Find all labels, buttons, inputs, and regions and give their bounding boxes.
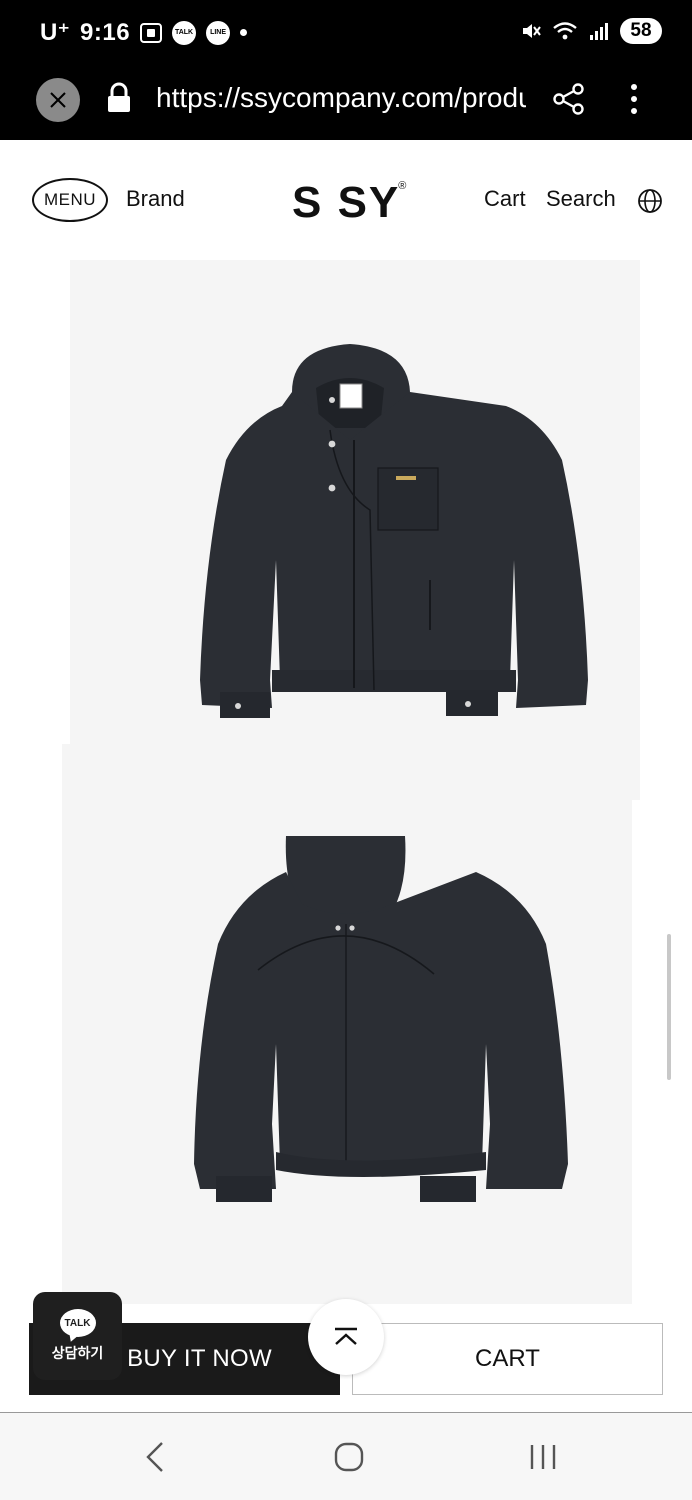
page-scrollbar[interactable] <box>667 934 671 1080</box>
signal-icon <box>590 23 608 40</box>
mute-icon <box>523 24 541 38</box>
line-notification-icon: LINE <box>206 20 231 45</box>
logo-registered-mark: ® <box>398 180 409 193</box>
site-logo[interactable]: S SY® <box>292 178 410 228</box>
jacket-front-illustration <box>200 344 588 718</box>
close-tab-button[interactable] <box>36 78 80 122</box>
talk-bubble-icon: TALK <box>59 1309 96 1337</box>
status-bar: U⁺ 9:16 TALK LINE 58 <box>0 0 692 66</box>
screenshot-icon <box>140 22 163 43</box>
status-left: U⁺ 9:16 TALK LINE <box>40 18 248 47</box>
status-right: 58 <box>520 18 662 44</box>
more-notifications-dot <box>240 29 248 36</box>
home-icon[interactable] <box>332 1439 366 1475</box>
product-image-front[interactable] <box>70 260 640 800</box>
url-field[interactable]: https://ssycompany.com/product <box>156 82 526 114</box>
more-options-icon[interactable] <box>626 82 642 116</box>
brand-link[interactable]: Brand <box>126 186 185 212</box>
share-icon[interactable] <box>552 82 586 116</box>
browser-toolbar: https://ssycompany.com/product <box>0 66 692 140</box>
clock: 9:16 <box>80 18 131 46</box>
lock-icon <box>108 82 130 112</box>
site-header: MENU Brand S SY® Cart Search <box>0 140 692 260</box>
battery-indicator: 58 <box>620 18 662 44</box>
kakao-chat-button[interactable]: TALK 상담하기 <box>33 1292 122 1380</box>
scroll-to-top-button[interactable] <box>308 1299 384 1375</box>
add-to-cart-button[interactable]: CART <box>352 1323 663 1395</box>
close-icon <box>50 92 66 108</box>
carrier-label: U⁺ <box>40 19 70 46</box>
search-link[interactable]: Search <box>546 186 616 212</box>
kakaotalk-notification-icon: TALK <box>172 20 197 45</box>
chat-consult-label: 상담하기 <box>51 1346 104 1362</box>
product-image-back[interactable] <box>62 744 632 1304</box>
back-icon[interactable] <box>140 1439 170 1475</box>
recent-apps-icon[interactable] <box>526 1439 560 1475</box>
wifi-icon <box>553 22 577 40</box>
jacket-back-illustration <box>194 836 568 1202</box>
cart-link[interactable]: Cart <box>484 186 526 212</box>
chevron-up-icon <box>335 1327 357 1345</box>
system-navigation-bar <box>0 1412 692 1500</box>
globe-icon[interactable] <box>637 188 663 214</box>
menu-button[interactable]: MENU <box>32 178 108 222</box>
logo-text: S SY <box>292 178 401 227</box>
